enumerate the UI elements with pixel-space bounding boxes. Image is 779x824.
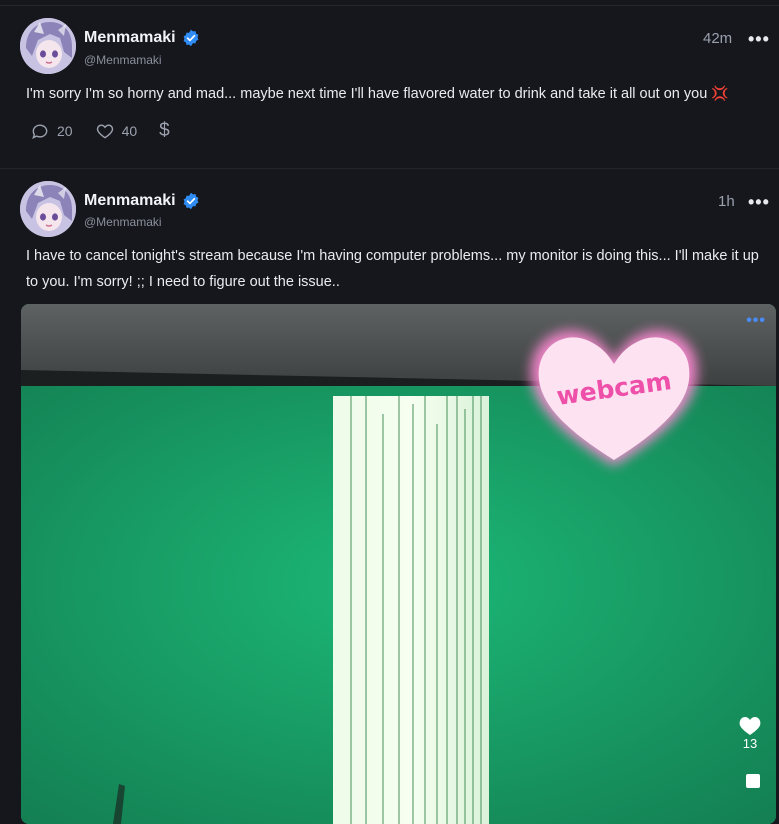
media-like-button[interactable]: 13 bbox=[738, 714, 762, 751]
author-handle[interactable]: @Menmamaki bbox=[84, 53, 162, 67]
dollar-icon: $ bbox=[159, 120, 170, 141]
like-button[interactable]: 40 bbox=[95, 121, 138, 141]
webcam-heart-sticker: webcam bbox=[519, 314, 709, 479]
post-actions: 20 40 $ bbox=[30, 120, 192, 142]
heart-icon bbox=[96, 124, 113, 139]
author-name[interactable]: Menmamaki bbox=[84, 29, 176, 47]
like-count: 40 bbox=[121, 123, 138, 139]
more-options-icon[interactable]: ••• bbox=[748, 192, 770, 213]
media-like-count: 13 bbox=[742, 736, 758, 751]
anger-emoji-icon: 💢 bbox=[711, 85, 729, 101]
post-card: Menmamaki @Menmamaki 42m ••• I'm sorry I… bbox=[0, 0, 779, 169]
bookmark-icon[interactable] bbox=[746, 774, 760, 788]
post-text-body: I'm sorry I'm so horny and mad... maybe … bbox=[26, 86, 708, 102]
comment-count: 20 bbox=[57, 123, 73, 139]
author-handle[interactable]: @Menmamaki bbox=[84, 215, 162, 229]
post-text: I have to cancel tonight's stream becaus… bbox=[26, 248, 759, 290]
verified-badge-icon bbox=[183, 192, 199, 210]
more-options-icon[interactable]: ••• bbox=[748, 29, 770, 50]
comment-icon bbox=[32, 124, 48, 140]
post-media-image[interactable]: ••• webcam 13 bbox=[21, 304, 776, 824]
post-text: I'm sorry I'm so horny and mad... maybe … bbox=[26, 80, 759, 107]
comment-button[interactable]: 20 bbox=[30, 121, 73, 141]
tip-button[interactable]: $ bbox=[159, 120, 170, 142]
post-time[interactable]: 1h bbox=[718, 193, 735, 210]
avatar[interactable] bbox=[20, 181, 76, 237]
verified-badge-icon bbox=[183, 29, 199, 47]
avatar[interactable] bbox=[20, 18, 76, 74]
media-options-icon[interactable]: ••• bbox=[746, 312, 766, 330]
post-time[interactable]: 42m bbox=[703, 30, 732, 47]
heart-filled-icon bbox=[739, 717, 761, 735]
post-card: Menmamaki @Menmamaki 1h ••• I have to ca… bbox=[0, 168, 779, 824]
author-name[interactable]: Menmamaki bbox=[84, 192, 176, 210]
